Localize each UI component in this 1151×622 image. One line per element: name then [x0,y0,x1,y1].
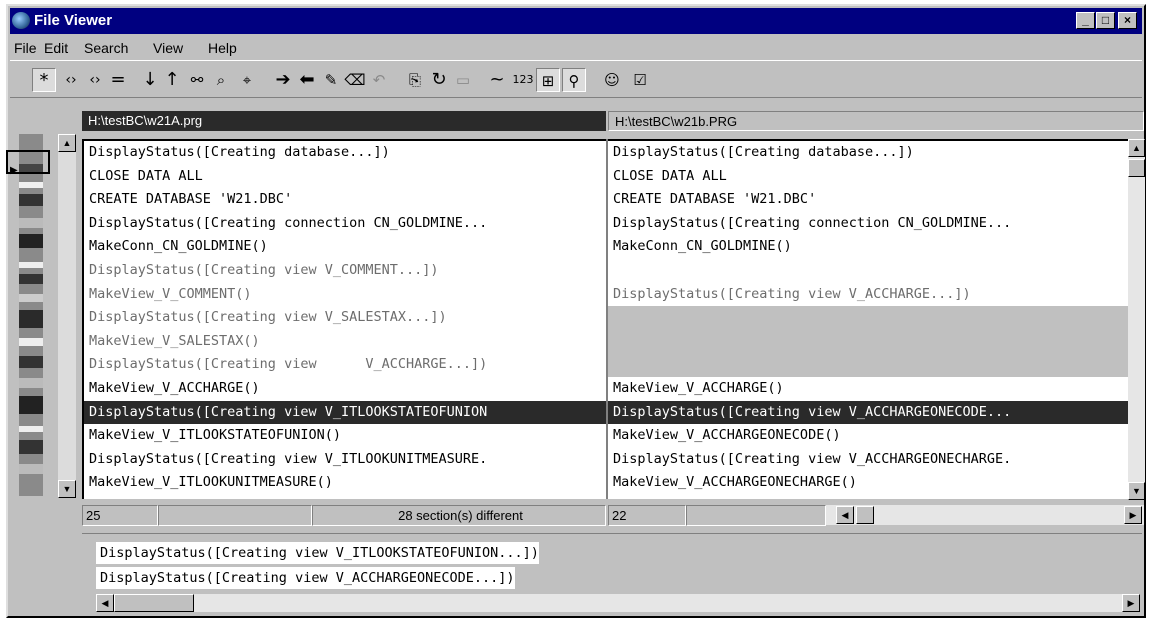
copy-left-icon[interactable]: ⬅ [296,68,318,92]
asterisk-icon[interactable]: * [32,68,56,92]
code-line[interactable]: MakeView_V_ITLOOKUNITMEASURE() [84,471,606,495]
layout-icon[interactable]: ⊞ [536,68,560,92]
scroll-down-icon[interactable]: ▼ [58,480,76,498]
code-line[interactable]: MakeConn_CN_GOLDMINE() [608,235,1132,259]
right-line-number: 22 [608,505,686,526]
code-line[interactable]: MakeConn_CN_GOLDMINE() [84,235,606,259]
left-vertical-scrollbar[interactable]: ▲ ▼ [58,134,76,498]
code-line[interactable]: MakeView_V_ACCHARGE() [84,377,606,401]
code-line[interactable]: DisplayStatus([Creating database...]) [84,141,606,165]
code-line[interactable]: CREATE DATABASE 'W21.DBC' [84,188,606,212]
left-text-pane[interactable]: DisplayStatus([Creating database...]) CLO… [82,139,606,499]
code-line[interactable]: DisplayStatus([Creating view V_ITLOOKUNI… [84,448,606,472]
code-line[interactable]: MakeView_V_SALESTAX() [84,330,606,354]
code-line[interactable]: MakeView_V_ACCHARGE() [608,377,1132,401]
refresh-icon[interactable]: ↻ [428,68,450,92]
prev-diff-icon[interactable]: ‹› [60,68,82,92]
detail-left-line: DisplayStatus([Creating view V_ITLOOKSTA… [96,542,539,564]
scroll-up-icon[interactable]: ▲ [58,134,76,152]
next-diff-icon[interactable]: ‹› [84,68,106,92]
code-line[interactable]: CLOSE DATA ALL [84,165,606,189]
scroll-thumb[interactable] [856,506,874,524]
search-icon[interactable]: ⚲ [562,68,586,92]
line-detail-panel: DisplayStatus([Creating view V_ITLOOKSTA… [82,533,1142,615]
toolbar: * ‹› ‹› = ↓ ↑ ⚯ ⌕ ⌖ ➔ ⬅ ✎ ⌫ ↶ ⎘ ↻ ▭ ~ 12… [10,60,1142,98]
status-blank-right [686,505,826,526]
code-line[interactable] [608,306,1132,330]
find-next-icon[interactable]: ⌖ [236,68,258,92]
horizontal-scrollbar[interactable]: ◀ ▶ [826,505,1144,525]
scroll-right-icon[interactable]: ▶ [1124,506,1142,524]
code-line[interactable] [608,259,1132,283]
code-line[interactable]: DisplayStatus([Creating view V_ACCHARGE.… [84,353,606,377]
marker-arrow-icon: ▶ [10,165,18,176]
code-line[interactable]: DisplayStatus([Creating view V_ACCHARGEO… [608,448,1132,472]
equal-icon[interactable]: = [108,68,128,92]
scroll-down-icon[interactable]: ▼ [1128,482,1145,500]
left-file-path: H:\testBC\w21A.prg [82,111,606,131]
sections-different-status: 28 section(s) different [312,505,606,526]
title-bar[interactable]: File Viewer _ □ × [10,8,1142,34]
save-icon[interactable]: ▭ [452,68,474,92]
code-line[interactable]: DisplayStatus([Creating view V_ITLOOKSTA… [84,400,606,425]
code-line[interactable]: DisplayStatus([Creating connection CN_GO… [84,212,606,236]
detail-right-line: DisplayStatus([Creating view V_ACCHARGEO… [96,567,515,589]
code-line[interactable]: CREATE DATABASE 'W21.DBC' [608,188,1132,212]
checklist-icon[interactable]: ☑ [628,68,652,92]
user-icon[interactable]: ☺ [600,68,624,92]
code-line[interactable]: DisplayStatus([Creating connection CN_GO… [608,212,1132,236]
code-line[interactable]: MakeView_V_COMMENT() [84,283,606,307]
binoculars-icon[interactable]: ⚯ [186,68,208,92]
code-line[interactable]: DisplayStatus([Creating view V_ACCHARGEO… [608,400,1132,425]
detail-horizontal-scrollbar[interactable]: ◀ ▶ [96,594,1140,612]
menu-bar: File Edit Search View Help [10,36,1142,58]
menu-edit[interactable]: Edit [44,40,68,56]
left-line-number: 25 [82,505,158,526]
tilde-icon[interactable]: ~ [486,68,508,92]
undo-icon[interactable]: ↶ [368,68,390,92]
status-blank [158,505,312,526]
code-line[interactable]: CLOSE DATA ALL [608,165,1132,189]
code-line[interactable]: MakeView_V_ACCHARGEONECHARGE() [608,471,1132,495]
minimize-button[interactable]: _ [1076,12,1095,29]
menu-search[interactable]: Search [84,40,128,56]
window-title: File Viewer [34,12,113,29]
code-line[interactable]: DisplayStatus([Creating database...]) [608,141,1132,165]
down-arrow-icon[interactable]: ↓ [140,68,160,92]
edit-icon[interactable]: ✎ [320,68,342,92]
erase-icon[interactable]: ⌫ [344,68,366,92]
close-button[interactable]: × [1118,12,1137,29]
right-vertical-scrollbar[interactable]: ▲ ▼ [1128,139,1145,500]
code-line[interactable] [608,353,1132,377]
scroll-right-icon[interactable]: ▶ [1122,594,1140,612]
right-text-pane[interactable]: DisplayStatus([Creating database...]) CLO… [608,139,1132,499]
difference-overview-map[interactable] [19,134,43,496]
code-line[interactable]: DisplayStatus([Creating view V_COMMENT..… [84,259,606,283]
code-line[interactable]: DisplayStatus([Creating view V_ACCHARGE.… [608,283,1132,307]
menu-view[interactable]: View [153,40,183,56]
code-line[interactable]: DisplayStatus([Creating view V_SALESTAX.… [84,306,606,330]
code-line[interactable]: MakeView_V_ACCHARGEONECODE() [608,424,1132,448]
scroll-left-icon[interactable]: ◀ [836,506,854,524]
scroll-up-icon[interactable]: ▲ [1128,139,1145,157]
app-icon [12,12,30,29]
right-file-path: H:\testBC\w21b.PRG [608,111,1144,131]
maximize-button[interactable]: □ [1096,12,1115,29]
copy-right-icon[interactable]: ➔ [272,68,294,92]
scroll-thumb[interactable] [114,594,194,612]
menu-file[interactable]: File [14,40,37,56]
up-arrow-icon[interactable]: ↑ [162,68,182,92]
number-icon[interactable]: 123 [512,68,534,92]
scroll-left-icon[interactable]: ◀ [96,594,114,612]
scroll-thumb[interactable] [1128,159,1145,177]
compare-icon[interactable]: ⎘ [404,68,426,92]
code-line[interactable] [608,329,1132,354]
code-line[interactable]: MakeView_V_ITLOOKSTATEOFUNION() [84,424,606,448]
find-icon[interactable]: ⌕ [210,68,232,92]
menu-help[interactable]: Help [208,40,237,56]
